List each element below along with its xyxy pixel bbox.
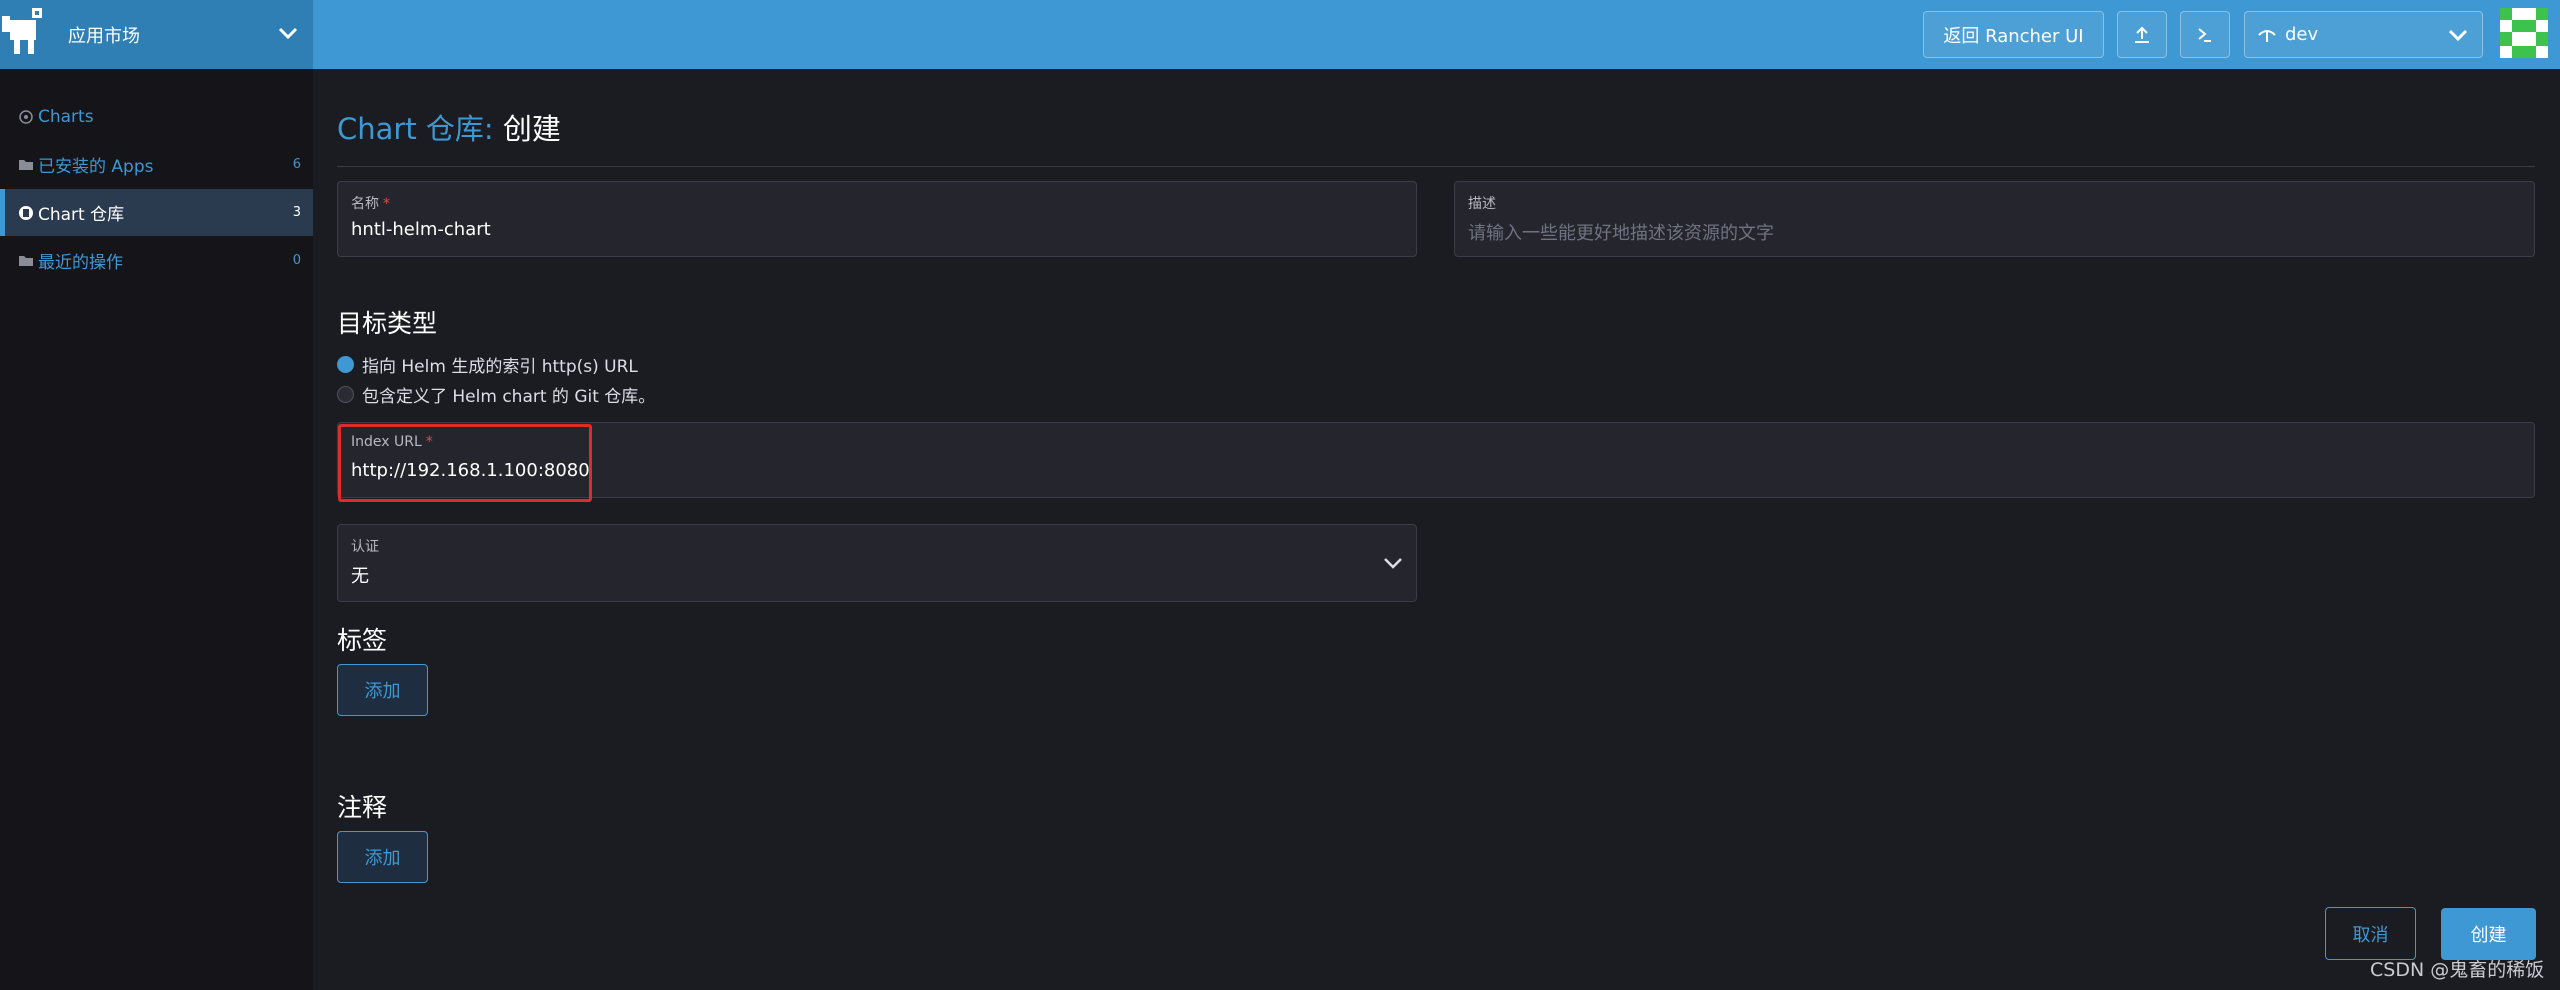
product-title: 应用市场 — [68, 26, 140, 47]
description-label: 描述 — [1468, 196, 1496, 212]
folder-icon — [19, 255, 33, 266]
name-field[interactable]: 名称 * hntl-helm-chart — [337, 181, 1417, 257]
add-annotation-button[interactable]: 添加 — [337, 831, 428, 883]
annotations-heading: 注释 — [337, 793, 388, 822]
cancel-button[interactable]: 取消 — [2325, 907, 2416, 960]
count-badge: 3 — [292, 205, 301, 220]
watermark: CSDN @鬼畜的稀饭 — [2370, 959, 2545, 981]
upload-button[interactable] — [2117, 11, 2167, 58]
repo-icon — [19, 205, 33, 220]
upload-icon — [2135, 26, 2149, 43]
name-label: 名称 * — [351, 193, 390, 213]
sidebar: Charts 已安装的 Apps 6 Chart 仓库 3 最近的操作 0 — [0, 69, 313, 990]
breadcrumb-link[interactable]: Chart 仓库: — [337, 112, 494, 146]
chevron-down-icon — [1384, 558, 1402, 569]
radio-http-index[interactable]: 指向 Helm 生成的索引 http(s) URL — [337, 352, 638, 377]
description-input[interactable]: 请输入一些能更好地描述该资源的文字 — [1468, 219, 1774, 245]
chevron-down-icon[interactable] — [278, 26, 298, 40]
add-label-button[interactable]: 添加 — [337, 664, 428, 716]
back-to-rancher-button[interactable]: 返回 Rancher UI — [1923, 11, 2104, 58]
sidebar-item-recent-operations[interactable]: 最近的操作 0 — [0, 237, 313, 284]
name-label-text: 名称 — [351, 196, 379, 212]
radio-git-repo[interactable]: 包含定义了 Helm chart 的 Git 仓库。 — [337, 382, 655, 407]
top-header: 应用市场 返回 Rancher UI dev — [0, 0, 2560, 69]
sidebar-item-charts[interactable]: Charts — [0, 93, 313, 140]
page-heading: 创建 — [502, 112, 561, 146]
auth-label: 认证 — [351, 539, 379, 555]
sidebar-item-label: Charts — [38, 106, 94, 127]
create-button[interactable]: 创建 — [2441, 908, 2536, 960]
sidebar-item-label: 最近的操作 — [38, 253, 123, 273]
name-input[interactable]: hntl-helm-chart — [351, 219, 491, 240]
divider — [337, 166, 2535, 167]
count-badge: 0 — [292, 253, 301, 268]
user-avatar[interactable] — [2500, 8, 2548, 58]
highlight-box — [338, 424, 592, 502]
radio-selected-icon[interactable] — [337, 356, 354, 373]
sidebar-item-chart-repos[interactable]: Chart 仓库 3 — [0, 189, 313, 236]
radio-unselected-icon[interactable] — [337, 386, 354, 403]
rancher-logo — [2, 8, 42, 54]
target-type-heading: 目标类型 — [337, 309, 438, 338]
required-mark: * — [383, 196, 390, 212]
target-icon — [19, 109, 33, 124]
shell-icon — [2198, 27, 2211, 42]
description-field[interactable]: 描述 请输入一些能更好地描述该资源的文字 — [1454, 181, 2535, 257]
index-url-field[interactable]: Index URL * http://192.168.1.100:8080 — [337, 422, 2535, 498]
labels-heading: 标签 — [337, 626, 388, 655]
folder-icon — [19, 159, 33, 170]
sidebar-item-label: Chart 仓库 — [38, 205, 125, 225]
sidebar-item-installed-apps[interactable]: 已安装的 Apps 6 — [0, 141, 313, 188]
sidebar-item-label: 已安装的 Apps — [38, 157, 154, 177]
auth-select[interactable]: 认证 无 — [337, 524, 1417, 602]
radio-label: 指向 Helm 生成的索引 http(s) URL — [362, 357, 638, 377]
product-switcher[interactable]: 应用市场 — [0, 0, 313, 69]
namespace-select[interactable]: dev — [2244, 11, 2483, 58]
radio-label: 包含定义了 Helm chart 的 Git 仓库。 — [362, 387, 656, 407]
chevron-down-icon — [2448, 29, 2468, 42]
count-badge: 6 — [292, 157, 301, 172]
auth-value: 无 — [351, 566, 369, 587]
page-title: Chart 仓库: 创建 — [337, 106, 561, 148]
namespace-value: dev — [2285, 24, 2319, 45]
kubectl-shell-button[interactable] — [2180, 11, 2230, 58]
namespace-icon — [2258, 29, 2276, 42]
